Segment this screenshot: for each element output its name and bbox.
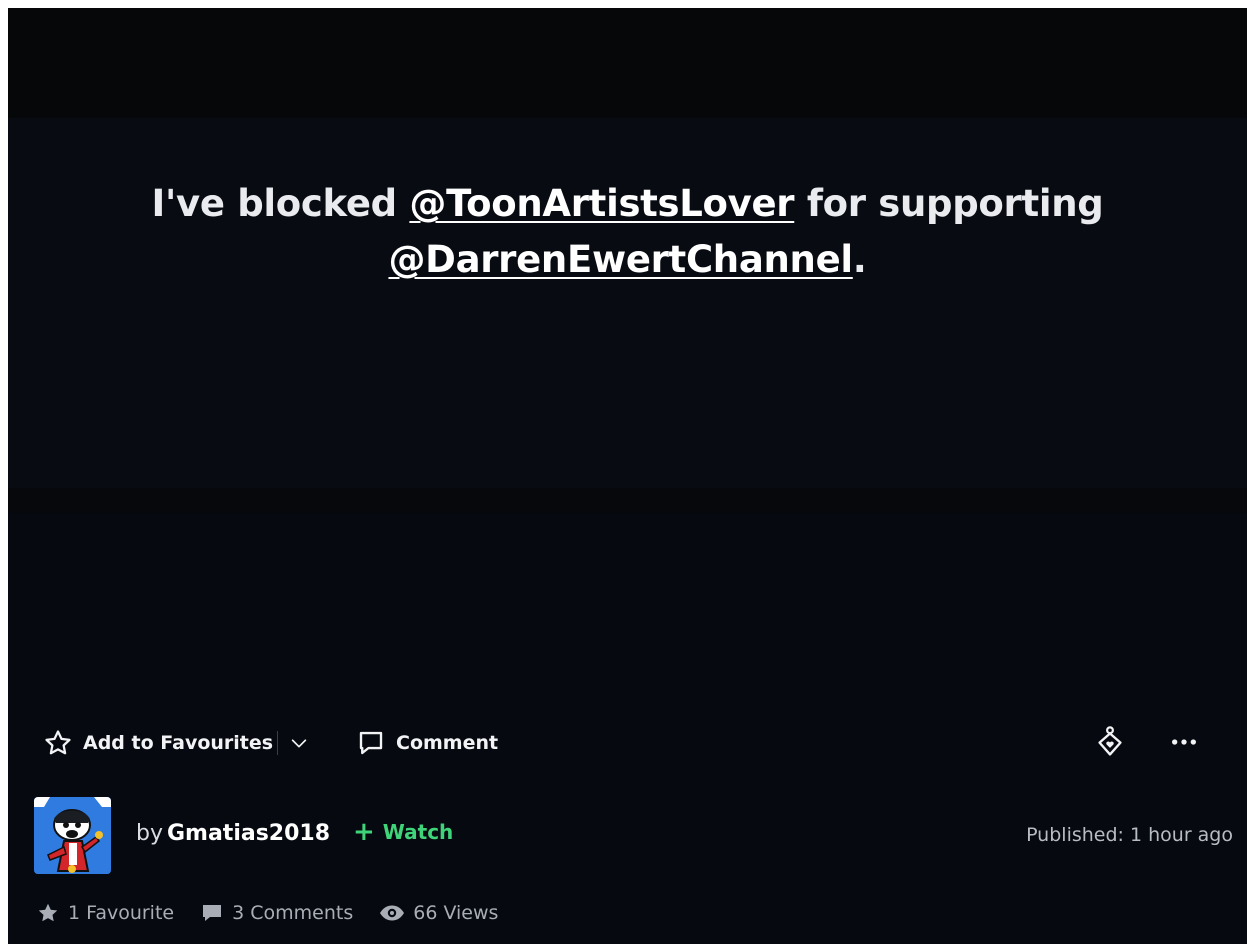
comments-stat[interactable]: 3 Comments — [200, 901, 353, 925]
comments-count: 3 Comments — [232, 902, 354, 924]
mention-link-toonartistslover[interactable]: @ToonArtistsLover — [409, 182, 794, 225]
watch-label: Watch — [382, 820, 454, 844]
watch-button[interactable]: + Watch — [353, 817, 454, 847]
by-label: by — [136, 821, 163, 846]
post-text-part: . — [852, 238, 867, 281]
views-stat: 66 Views — [379, 901, 498, 925]
views-count: 66 Views — [413, 902, 499, 924]
favourites-dropdown-button[interactable] — [288, 727, 310, 759]
author-username-link[interactable]: Gmatias2018 — [167, 821, 330, 846]
deviation-content: I've blocked @ToonArtistsLover for suppo… — [8, 8, 1247, 713]
author-row: by Gmatias2018 + Watch Published: 1 hour … — [8, 788, 1247, 874]
share-button[interactable] — [1094, 726, 1126, 758]
action-bar: Add to Favourites Comment — [8, 713, 1247, 779]
avatar-image — [34, 797, 111, 874]
comment-label: Comment — [396, 732, 499, 754]
add-to-favourites-button[interactable]: Add to Favourites — [42, 727, 273, 759]
comment-icon — [203, 905, 222, 921]
star-icon — [38, 903, 58, 922]
favourites-count: 1 Favourite — [68, 902, 175, 924]
favourites-stat[interactable]: 1 Favourite — [36, 901, 174, 925]
stats-row: 1 Favourite 3 Comments 66 Views — [36, 901, 524, 925]
chevron-down-icon — [291, 739, 307, 748]
post-text-part: for supporting — [794, 182, 1104, 225]
star-outline-icon — [45, 730, 71, 755]
author-byline: by Gmatias2018 — [136, 821, 330, 846]
post-text-part: I've blocked — [151, 182, 410, 225]
share-heart-icon — [1098, 726, 1122, 756]
eye-icon — [380, 905, 405, 921]
speech-bubble-icon — [359, 731, 383, 755]
published-date: Published: 1 hour ago — [1026, 824, 1233, 846]
favourite-label: Add to Favourites — [83, 732, 274, 754]
post-text: I've blocked @ToonArtistsLover for suppo… — [8, 176, 1247, 288]
deviation-page: I've blocked @ToonArtistsLover for suppo… — [8, 8, 1247, 944]
more-options-button[interactable] — [1168, 726, 1200, 758]
mention-link-darrenewertchannel[interactable]: @DarrenEwertChannel — [388, 238, 853, 281]
divider — [277, 731, 278, 755]
comment-button[interactable]: Comment — [356, 727, 498, 759]
more-dots-icon — [1172, 739, 1196, 745]
plus-icon: + — [353, 817, 375, 847]
avatar[interactable] — [34, 797, 111, 874]
